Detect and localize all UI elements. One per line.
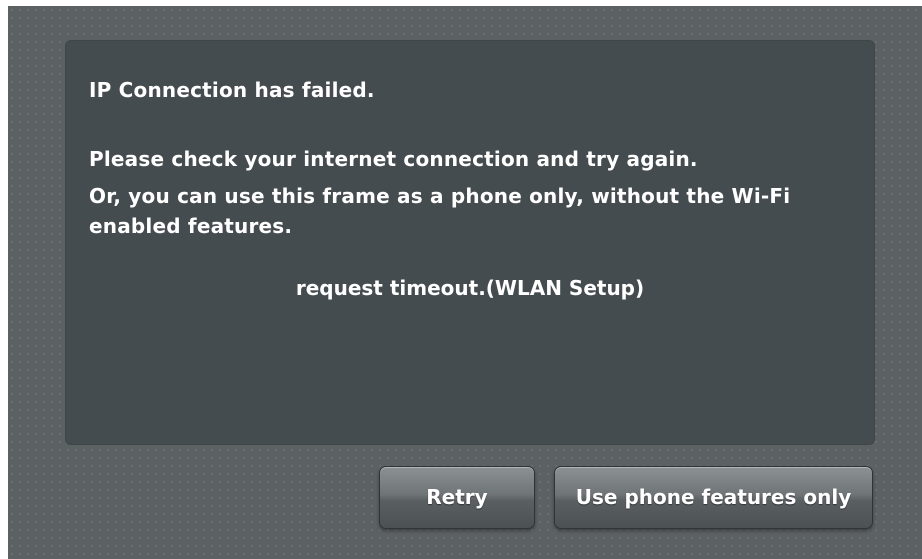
error-dialog: IP Connection has failed. Please check y… — [65, 40, 875, 445]
error-detail: request timeout.(WLAN Setup) — [295, 276, 645, 300]
screen: IP Connection has failed. Please check y… — [8, 6, 922, 559]
retry-button[interactable]: Retry — [379, 466, 535, 529]
dialog-message-line-2: Or, you can use this frame as a phone on… — [89, 184, 791, 208]
use-phone-features-only-button[interactable]: Use phone features only — [554, 466, 873, 529]
dialog-message-line-3: enabled features. — [89, 214, 293, 238]
dialog-message-line-1: Please check your internet connection an… — [89, 147, 698, 171]
dialog-title: IP Connection has failed. — [89, 78, 375, 102]
